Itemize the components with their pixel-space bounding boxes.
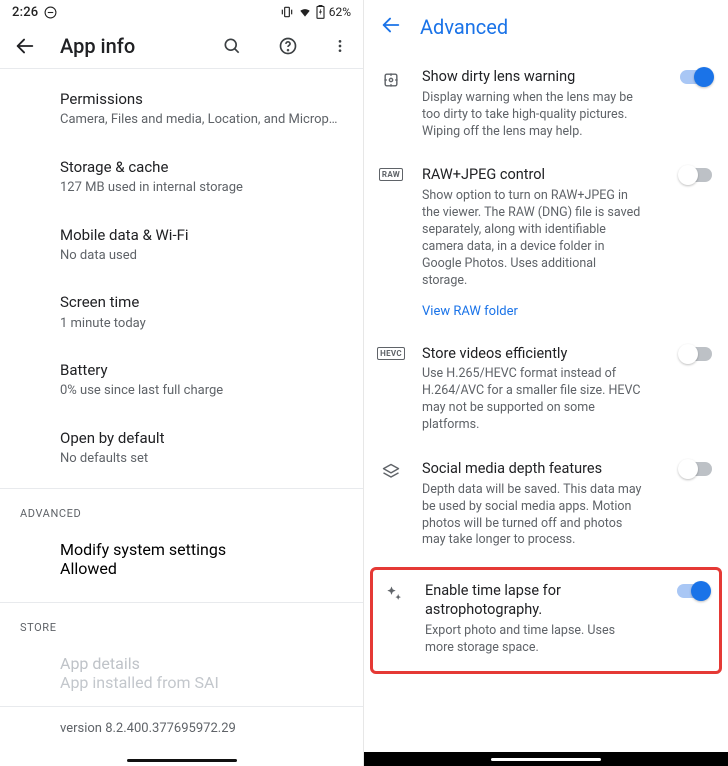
row-sub: Camera, Files and media, Location, and M… — [60, 111, 343, 129]
page-title: Advanced — [420, 15, 508, 39]
search-icon[interactable] — [221, 35, 243, 57]
row-sub: App installed from SAI — [60, 673, 343, 692]
app-info-pane: 2:26 62% App in — [0, 0, 364, 766]
row-sub: 0% use since last full charge — [60, 382, 343, 400]
highlight-box: Enable time lapse for astrophotography. … — [370, 567, 722, 673]
row-depth[interactable]: Social media depth features Depth data w… — [364, 448, 728, 563]
row-raw-jpeg[interactable]: RAW RAW+JPEG control Show option to turn… — [364, 154, 728, 332]
row-title: App details — [60, 654, 343, 673]
status-battery-pct: 62% — [329, 5, 351, 19]
toggle-dirty-lens[interactable] — [680, 70, 712, 84]
row-title: Enable time lapse for astrophotography. — [425, 582, 649, 620]
view-raw-folder-link[interactable]: View RAW folder — [422, 304, 518, 319]
row-sub: Use H.265/HEVC format instead of H.264/A… — [422, 366, 642, 434]
row-data[interactable]: Mobile data & Wi-Fi No data used — [0, 211, 363, 279]
row-title: Show dirty lens warning — [422, 68, 652, 87]
wifi-icon — [298, 5, 312, 19]
camera-advanced-pane: Advanced Show dirty lens warning Display… — [364, 0, 728, 766]
row-sub: 127 MB used in internal storage — [60, 179, 343, 197]
overflow-icon[interactable] — [329, 35, 351, 57]
row-sub: 1 minute today — [60, 315, 343, 333]
page-title: App info — [60, 34, 135, 58]
row-title: Storage & cache — [60, 157, 343, 177]
toggle-depth[interactable] — [680, 462, 712, 476]
row-dirty-lens[interactable]: Show dirty lens warning Display warning … — [364, 56, 728, 154]
nav-bar — [364, 752, 728, 766]
toggle-raw-jpeg[interactable] — [680, 168, 712, 182]
row-permissions[interactable]: Permissions Camera, Files and media, Loc… — [0, 75, 363, 143]
burst-icon — [380, 68, 402, 90]
row-title: Social media depth features — [422, 460, 652, 479]
row-sub: No defaults set — [60, 450, 343, 468]
row-title: Open by default — [60, 428, 343, 448]
battery-icon — [316, 5, 325, 19]
back-arrow-icon[interactable] — [14, 35, 36, 57]
row-title: Mobile data & Wi-Fi — [60, 225, 343, 245]
row-title: Battery — [60, 360, 343, 380]
row-screentime[interactable]: Screen time 1 minute today — [0, 278, 363, 346]
row-astro-timelapse[interactable]: Enable time lapse for astrophotography. … — [373, 570, 719, 670]
toggle-astro[interactable] — [677, 584, 709, 598]
row-title: Store videos efficiently — [422, 345, 652, 364]
toggle-hevc[interactable] — [680, 347, 712, 361]
section-store: STORE — [0, 603, 363, 640]
hevc-icon: HEVC — [380, 345, 402, 360]
advanced-header: Advanced — [364, 0, 728, 52]
row-sub: Allowed — [60, 559, 343, 578]
row-battery[interactable]: Battery 0% use since last full charge — [0, 346, 363, 414]
status-time: 2:26 — [12, 5, 38, 20]
row-open-by-default[interactable]: Open by default No defaults set — [0, 414, 363, 482]
row-sub: Depth data will be saved. This data may … — [422, 482, 642, 550]
dnd-icon — [44, 6, 57, 19]
gesture-bar — [491, 758, 601, 761]
row-sub: Show option to turn on RAW+JPEG in the v… — [422, 188, 642, 289]
settings-list: Permissions Camera, Files and media, Loc… — [0, 69, 363, 746]
gesture-bar — [127, 759, 237, 762]
status-bar: 2:26 62% — [0, 0, 363, 24]
row-modify-settings[interactable]: Modify system settings Allowed — [0, 526, 363, 592]
app-info-header: App info — [0, 24, 363, 68]
section-advanced: ADVANCED — [0, 489, 363, 526]
row-title: Modify system settings — [60, 540, 343, 559]
row-app-details[interactable]: App details App installed from SAI — [0, 640, 363, 706]
vibrate-icon — [280, 5, 294, 19]
back-arrow-icon[interactable] — [380, 14, 402, 40]
row-hevc[interactable]: HEVC Store videos efficiently Use H.265/… — [364, 333, 728, 448]
raw-icon: RAW — [380, 166, 402, 181]
row-storage[interactable]: Storage & cache 127 MB used in internal … — [0, 143, 363, 211]
sparkle-icon — [383, 582, 405, 604]
help-icon[interactable] — [277, 35, 299, 57]
row-title: Screen time — [60, 292, 343, 312]
layers-icon — [380, 460, 402, 482]
row-sub: Export photo and time lapse. Uses more s… — [425, 623, 645, 657]
row-title: Permissions — [60, 89, 343, 109]
app-version: version 8.2.400.377695972.29 — [0, 707, 363, 746]
row-title: RAW+JPEG control — [422, 166, 652, 185]
row-sub: Display warning when the lens may be too… — [422, 90, 642, 141]
advanced-list: Show dirty lens warning Display warning … — [364, 52, 728, 674]
row-sub: No data used — [60, 247, 343, 265]
